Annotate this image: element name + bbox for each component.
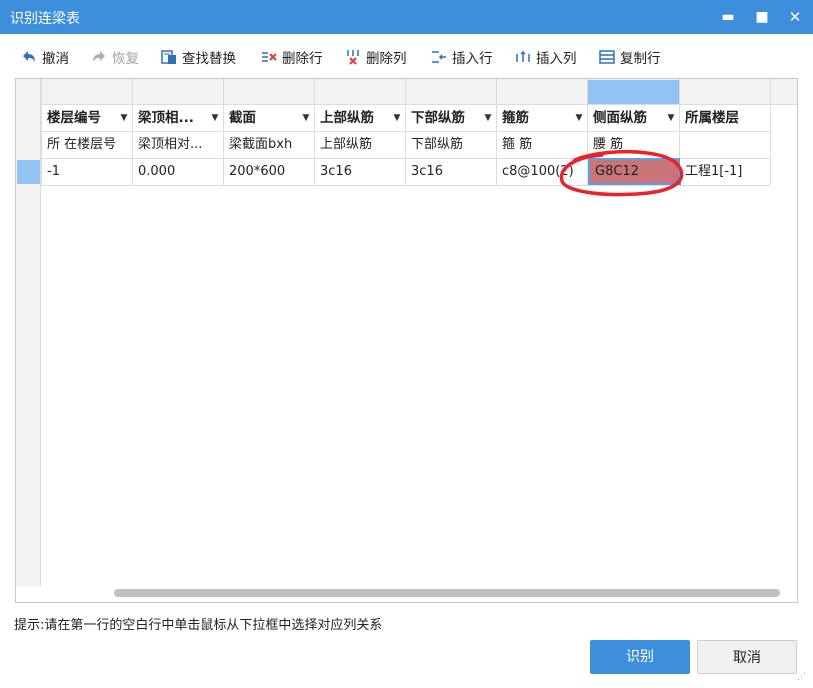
mapping-grid: 楼层编号 ▼ 梁顶相... ▼ 截面 ▼ 上部纵筋 ▼ 下部纵筋 ▼ 箍筋 ▼ …: [15, 78, 798, 603]
chevron-down-icon[interactable]: ▼: [118, 105, 130, 131]
delete-row-icon: [262, 52, 277, 62]
grid-corner: [16, 79, 41, 105]
find-replace-icon: [161, 50, 176, 64]
copy-row-button[interactable]: 复制行: [598, 44, 661, 70]
delete-column-button[interactable]: 删除列: [344, 44, 407, 70]
chevron-down-icon[interactable]: ▼: [482, 105, 494, 131]
table-cell[interactable]: 上部纵筋: [315, 132, 405, 158]
chevron-down-icon[interactable]: ▼: [665, 105, 677, 131]
copy-row-label: 复制行: [620, 51, 661, 67]
table-cell[interactable]: [680, 132, 770, 158]
chevron-down-icon[interactable]: ▼: [209, 105, 221, 131]
delete-column-label: 删除列: [366, 51, 407, 67]
undo-button[interactable]: 撤消: [20, 44, 69, 70]
header-section[interactable]: 截面: [224, 105, 302, 131]
chevron-down-icon[interactable]: ▼: [300, 105, 312, 131]
find-replace-label: 查找替换: [182, 51, 236, 67]
header-side-rebar[interactable]: 侧面纵筋: [588, 105, 666, 131]
insert-column-icon: [516, 50, 530, 62]
table-cell[interactable]: 3c16: [315, 159, 405, 185]
table-cell-selected[interactable]: G8C12: [590, 159, 678, 185]
table-cell[interactable]: 梁截面bxh: [224, 132, 314, 158]
table-cell[interactable]: 箍 筋: [497, 132, 587, 158]
header-bottom-rebar[interactable]: 下部纵筋: [406, 105, 484, 131]
chevron-down-icon[interactable]: ▼: [573, 105, 585, 131]
undo-label: 撤消: [42, 51, 69, 67]
hint-text: 提示:请在第一行的空白行中单击鼠标从下拉框中选择对应列关系: [14, 618, 383, 633]
header-owning-floor[interactable]: 所属楼层: [680, 105, 770, 131]
find-replace-button[interactable]: 查找替换: [160, 44, 236, 70]
title-bar: 识别连梁表 ▬ ■ ✕: [0, 0, 813, 34]
resize-grip-icon[interactable]: ⋰: [797, 672, 809, 684]
insert-row-button[interactable]: 插入行: [430, 44, 493, 70]
table-cell[interactable]: 200*600: [224, 159, 314, 185]
table-cell[interactable]: 腰 筋: [588, 132, 679, 158]
maximize-button[interactable]: ■: [747, 0, 777, 34]
copy-row-icon: [599, 50, 615, 64]
table-cell[interactable]: 工程1[-1]: [680, 159, 770, 185]
cancel-button[interactable]: 取消: [697, 640, 797, 674]
table-cell[interactable]: c8@100(2): [497, 159, 587, 185]
fill-handle[interactable]: [676, 180, 681, 185]
close-button[interactable]: ✕: [780, 0, 810, 34]
table-cell[interactable]: 0.000: [133, 159, 223, 185]
recognize-button[interactable]: 识别: [590, 640, 690, 674]
insert-column-button[interactable]: 插入列: [514, 44, 577, 70]
chevron-down-icon[interactable]: ▼: [391, 105, 403, 131]
delete-column-icon: [347, 50, 359, 65]
column-selector-bar: [16, 79, 797, 105]
undo-icon: [23, 51, 35, 62]
minimize-button[interactable]: ▬: [713, 0, 743, 34]
insert-column-label: 插入列: [536, 51, 577, 67]
table-cell[interactable]: 所 在楼层号: [42, 132, 132, 158]
table-cell[interactable]: 梁顶相对...: [133, 132, 223, 158]
redo-label: 恢复: [112, 51, 139, 67]
table-cell[interactable]: 3c16: [406, 159, 496, 185]
window-title: 识别连梁表: [10, 11, 80, 27]
redo-button[interactable]: 恢复: [90, 44, 139, 70]
selected-column-marker[interactable]: [588, 80, 679, 104]
delete-row-button[interactable]: 删除行: [260, 44, 323, 70]
grid-line: [41, 185, 770, 186]
redo-icon: [93, 51, 105, 62]
header-stirrup[interactable]: 箍筋: [497, 105, 575, 131]
header-top-rebar[interactable]: 上部纵筋: [315, 105, 393, 131]
header-beam-top-offset[interactable]: 梁顶相...: [133, 105, 211, 131]
insert-row-icon: [432, 51, 446, 63]
insert-row-label: 插入行: [452, 51, 493, 67]
selected-row-marker[interactable]: [17, 160, 40, 184]
grid-line: [770, 79, 771, 185]
horizontal-scrollbar[interactable]: [114, 589, 780, 597]
table-cell[interactable]: -1: [42, 159, 132, 185]
table-cell[interactable]: 下部纵筋: [406, 132, 496, 158]
delete-row-label: 删除行: [282, 51, 323, 67]
